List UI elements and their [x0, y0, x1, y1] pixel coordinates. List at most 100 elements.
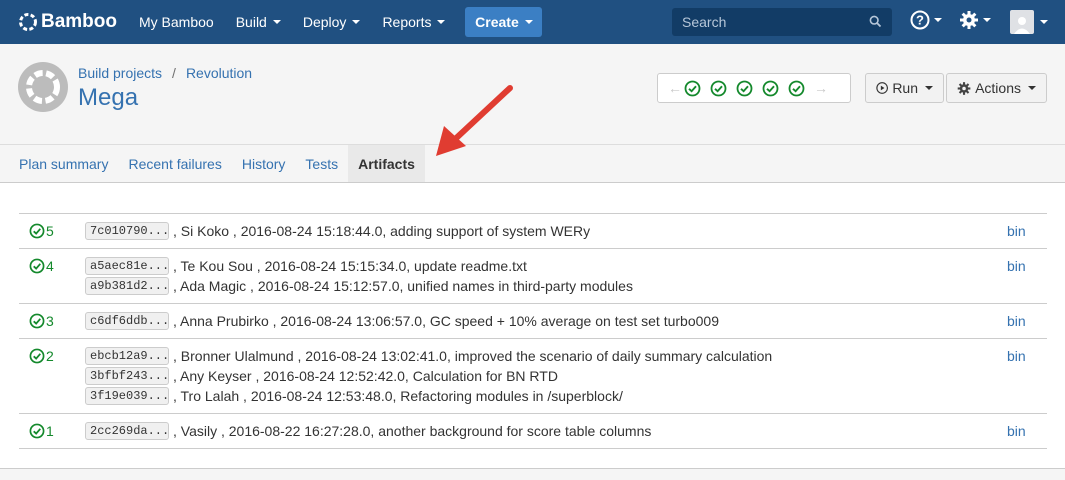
change-item: 3bfbf243..., Any Keyser , 2016-08-24 12:…: [85, 366, 1007, 386]
success-check-icon: [29, 223, 45, 239]
tab-recent-failures[interactable]: Recent failures: [118, 145, 231, 182]
nav-build-label: Build: [235, 14, 267, 30]
user-menu[interactable]: [1010, 10, 1048, 34]
tab-history[interactable]: History: [232, 145, 296, 182]
nav-my-bamboo-label: My Bamboo: [139, 14, 214, 30]
commit-hash-badge[interactable]: ebcb12a9...: [85, 347, 169, 365]
previous-arrow-icon[interactable]: ←: [668, 80, 684, 96]
breadcrumb-project[interactable]: Revolution: [186, 65, 252, 81]
breadcrumb-build-projects[interactable]: Build projects: [78, 65, 162, 81]
recent-builds-strip: ← →: [657, 73, 851, 103]
success-check-icon: [29, 313, 45, 329]
build-number: 3: [46, 313, 54, 329]
page-footer-divider: [0, 468, 1065, 480]
nav-reports-label: Reports: [382, 14, 432, 30]
change-item: 3f19e039..., Tro Lalah , 2016-08-24 12:5…: [85, 386, 1007, 406]
run-button[interactable]: Run: [865, 73, 944, 103]
chevron-down-icon: [1028, 86, 1036, 90]
plan-tabs: Plan summary Recent failures History Tes…: [0, 144, 1065, 183]
user-avatar-icon: [1010, 10, 1034, 34]
help-icon: ?: [910, 10, 930, 30]
artifact-link[interactable]: bin: [1007, 221, 1047, 241]
artifact-link[interactable]: bin: [1007, 346, 1047, 406]
table-row: 1 2cc269da..., Vasily , 2016-08-22 16:27:…: [19, 414, 1047, 449]
build-number-link[interactable]: 4: [19, 256, 85, 296]
breadcrumb: Build projects / Revolution: [78, 65, 252, 81]
tab-artifacts[interactable]: Artifacts: [348, 145, 425, 182]
success-check-icon[interactable]: [684, 80, 701, 97]
nav-build[interactable]: Build: [236, 14, 281, 30]
builds-table: 5 7c010790..., Si Koko , 2016-08-24 15:18…: [19, 213, 1047, 449]
table-row: 2 ebcb12a9..., Bronner Ulalmund , 2016-08…: [19, 339, 1047, 414]
plan-header: Build projects / Revolution Mega ← → Run: [0, 44, 1065, 144]
actions-button[interactable]: Actions: [946, 73, 1047, 103]
commit-hash-badge[interactable]: c6df6ddb...: [85, 312, 169, 330]
page-title[interactable]: Mega: [78, 84, 138, 112]
commit-hash-badge[interactable]: a5aec81e...: [85, 257, 169, 275]
build-changes: c6df6ddb..., Anna Prubirko , 2016-08-24 …: [85, 311, 1007, 331]
actions-button-label: Actions: [975, 80, 1021, 96]
nav-deploy-label: Deploy: [302, 14, 347, 30]
play-icon: [876, 82, 889, 94]
bamboo-logo[interactable]: Bamboo: [18, 11, 117, 33]
change-item: c6df6ddb..., Anna Prubirko , 2016-08-24 …: [85, 311, 1007, 331]
tab-plan-summary[interactable]: Plan summary: [9, 145, 118, 182]
next-arrow-icon[interactable]: →: [814, 80, 830, 96]
breadcrumb-separator: /: [172, 65, 176, 81]
settings-menu[interactable]: [959, 10, 991, 30]
chevron-down-icon: [925, 86, 933, 90]
chevron-down-icon: [524, 20, 533, 24]
commit-hash-badge[interactable]: 2cc269da...: [85, 422, 169, 440]
table-row: 3 c6df6ddb..., Anna Prubirko , 2016-08-24…: [19, 304, 1047, 339]
build-number-link[interactable]: 3: [19, 311, 85, 331]
chevron-down-icon: [983, 18, 991, 22]
chevron-down-icon: [934, 18, 942, 22]
success-check-icon[interactable]: [788, 80, 805, 97]
build-changes: a5aec81e..., Te Kou Sou , 2016-08-24 15:…: [85, 256, 1007, 296]
table-row: 4 a5aec81e..., Te Kou Sou , 2016-08-24 15…: [19, 249, 1047, 304]
chevron-down-icon: [1040, 20, 1048, 24]
help-menu[interactable]: ?: [910, 10, 942, 30]
build-number: 1: [46, 423, 54, 439]
commit-hash-badge[interactable]: 3f19e039...: [85, 387, 169, 405]
bamboo-logo-icon: [19, 13, 37, 31]
change-description: , Bronner Ulalmund , 2016-08-24 13:02:41…: [173, 348, 773, 364]
change-item: ebcb12a9..., Bronner Ulalmund , 2016-08-…: [85, 346, 1007, 366]
artifact-link[interactable]: bin: [1007, 256, 1047, 296]
build-number-link[interactable]: 2: [19, 346, 85, 406]
success-check-icon: [29, 423, 45, 439]
build-number: 5: [46, 223, 54, 239]
change-description: , Tro Lalah , 2016-08-24 12:53:48.0, Ref…: [173, 388, 623, 404]
change-description: , Ada Magic , 2016-08-24 15:12:57.0, uni…: [173, 278, 633, 294]
change-description: , Anna Prubirko , 2016-08-24 13:06:57.0,…: [173, 313, 719, 329]
search-icon: [869, 15, 882, 28]
success-check-icon: [29, 348, 45, 364]
build-number-link[interactable]: 1: [19, 421, 85, 441]
commit-hash-badge[interactable]: 7c010790...: [85, 222, 169, 240]
commit-hash-badge[interactable]: a9b381d2...: [85, 277, 169, 295]
build-number: 2: [46, 348, 54, 364]
tab-tests[interactable]: Tests: [295, 145, 348, 182]
change-item: 2cc269da..., Vasily , 2016-08-22 16:27:2…: [85, 421, 1007, 441]
artifact-link[interactable]: bin: [1007, 421, 1047, 441]
create-button[interactable]: Create: [465, 7, 543, 37]
nav-deploy[interactable]: Deploy: [303, 14, 361, 30]
artifact-link[interactable]: bin: [1007, 311, 1047, 331]
commit-hash-badge[interactable]: 3bfbf243...: [85, 367, 169, 385]
gear-icon: [960, 11, 978, 29]
nav-reports[interactable]: Reports: [382, 14, 446, 30]
chevron-down-icon: [437, 20, 446, 24]
success-check-icon[interactable]: [736, 80, 753, 97]
success-check-icon[interactable]: [762, 80, 779, 97]
change-description: , Vasily , 2016-08-22 16:27:28.0, anothe…: [173, 423, 652, 439]
build-number-link[interactable]: 5: [19, 221, 85, 241]
change-item: a5aec81e..., Te Kou Sou , 2016-08-24 15:…: [85, 256, 1007, 276]
nav-my-bamboo[interactable]: My Bamboo: [139, 14, 214, 30]
change-item: a9b381d2..., Ada Magic , 2016-08-24 15:1…: [85, 276, 1007, 296]
success-check-icon: [29, 258, 45, 274]
chevron-down-icon: [352, 20, 361, 24]
success-check-icon[interactable]: [710, 80, 727, 97]
build-number: 4: [46, 258, 54, 274]
search-input[interactable]: [682, 14, 862, 30]
search-box[interactable]: [672, 8, 892, 36]
